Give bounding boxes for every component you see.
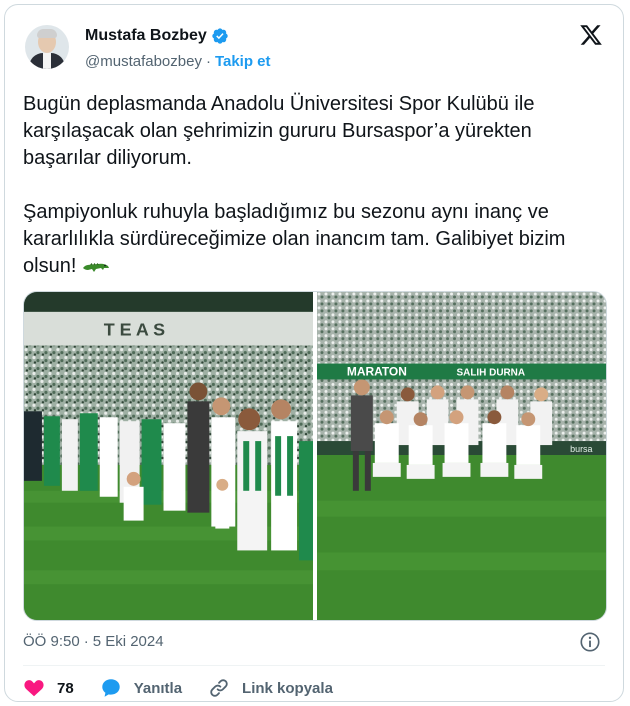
- author-handle[interactable]: @mustafabozbey: [85, 53, 202, 70]
- photo-team-celebration[interactable]: T E A S: [24, 292, 313, 620]
- verified-badge-icon: [212, 28, 228, 44]
- handle-row: @mustafabozbey · Takip et: [85, 53, 271, 70]
- reply-button[interactable]: Yanıtla: [100, 677, 182, 699]
- x-logo-icon[interactable]: [579, 23, 603, 47]
- like-count: 78: [57, 679, 74, 697]
- tweet-paragraph-1: Bugün deplasmanda Anadolu Üniversitesi S…: [23, 93, 541, 169]
- follow-button[interactable]: Takip et: [215, 53, 271, 70]
- celebration-photo-image: T E A S: [24, 292, 313, 620]
- author-name-row: Mustafa Bozbey: [85, 27, 229, 45]
- separator-dot: ·: [205, 53, 211, 70]
- tweet-actions: 78 Yanıtla Link kopyala: [23, 677, 333, 699]
- info-icon[interactable]: [579, 631, 601, 653]
- tweet-card: Mustafa Bozbey @mustafabozbey · Takip et…: [4, 4, 624, 702]
- link-icon: [210, 679, 228, 697]
- lineup-banner-text-2: SALIH DURNA: [457, 368, 526, 379]
- tweet-date: 5 Eki 2024: [92, 633, 164, 650]
- timestamp-separator: ·: [83, 633, 89, 650]
- author-name[interactable]: Mustafa Bozbey: [85, 27, 207, 45]
- tweet-time: ÖÖ 9:50: [23, 633, 80, 650]
- tweet-media[interactable]: T E A S MARATON SALIH DURNA bursa: [23, 291, 607, 621]
- crocodile-emoji-icon: [82, 263, 109, 272]
- stadium-banner-text: T E A S: [104, 320, 165, 340]
- tweet-text: Bugün deplasmanda Anadolu Üniversitesi S…: [23, 91, 607, 280]
- tweet-timestamp[interactable]: ÖÖ 9:50 · 5 Eki 2024: [23, 633, 164, 650]
- heart-icon: [24, 680, 44, 697]
- reply-bubble-icon: [101, 679, 120, 697]
- avatar[interactable]: [25, 25, 69, 69]
- photo-team-lineup[interactable]: MARATON SALIH DURNA bursa: [317, 292, 606, 620]
- board-text: bursa: [570, 444, 592, 454]
- lineup-photo-image: MARATON SALIH DURNA bursa: [317, 292, 606, 620]
- like-button[interactable]: 78: [23, 677, 74, 699]
- tweet-paragraph-2: Şampiyonluk ruhuyla başladığımız bu sezo…: [23, 199, 607, 280]
- tweet-header: Mustafa Bozbey @mustafabozbey · Takip et: [23, 21, 605, 81]
- lineup-banner-text: MARATON: [347, 365, 407, 379]
- reply-label: Yanıtla: [133, 679, 183, 697]
- divider: [23, 665, 605, 666]
- copy-link-button[interactable]: Link kopyala: [208, 677, 333, 699]
- copy-link-label: Link kopyala: [242, 679, 333, 697]
